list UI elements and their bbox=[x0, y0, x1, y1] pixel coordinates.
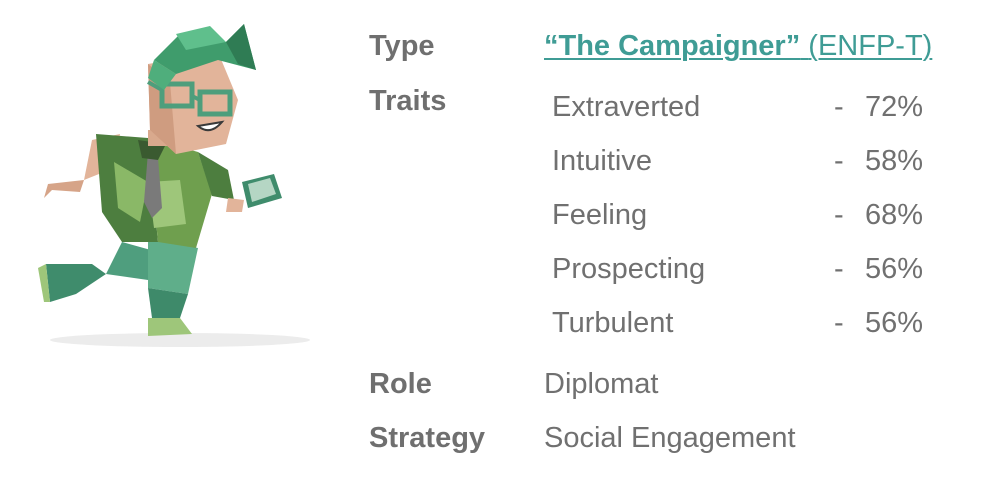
type-link[interactable]: “The Campaigner” (ENFP-T) bbox=[544, 32, 932, 61]
type-code: (ENFP-T) bbox=[808, 30, 933, 62]
trait-dash: - bbox=[834, 199, 844, 231]
strategy-label: Strategy bbox=[369, 422, 486, 454]
trait-percent: 68% bbox=[865, 199, 924, 231]
trait-dash: - bbox=[834, 145, 844, 177]
role-label: Role bbox=[369, 368, 432, 400]
trait-percent: 72% bbox=[865, 91, 924, 123]
trait-name: Turbulent bbox=[552, 307, 674, 339]
campaigner-character-icon bbox=[38, 24, 310, 347]
trait-dash: - bbox=[834, 253, 844, 285]
trait-dash: - bbox=[834, 307, 844, 339]
trait-name: Intuitive bbox=[552, 145, 652, 177]
trait-percent: 56% bbox=[865, 253, 924, 285]
traits-label: Traits bbox=[369, 85, 447, 117]
trait-name: Feeling bbox=[552, 199, 648, 231]
strategy-value: Social Engagement bbox=[544, 422, 796, 454]
type-label: Type bbox=[369, 30, 435, 62]
trait-name: Extraverted bbox=[552, 91, 701, 123]
type-name: “The Campaigner” bbox=[544, 30, 801, 62]
trait-percent: 58% bbox=[865, 145, 924, 177]
trait-dash: - bbox=[834, 91, 844, 123]
role-value: Diplomat bbox=[544, 368, 659, 400]
trait-name: Prospecting bbox=[552, 253, 706, 285]
trait-percent: 56% bbox=[865, 307, 924, 339]
